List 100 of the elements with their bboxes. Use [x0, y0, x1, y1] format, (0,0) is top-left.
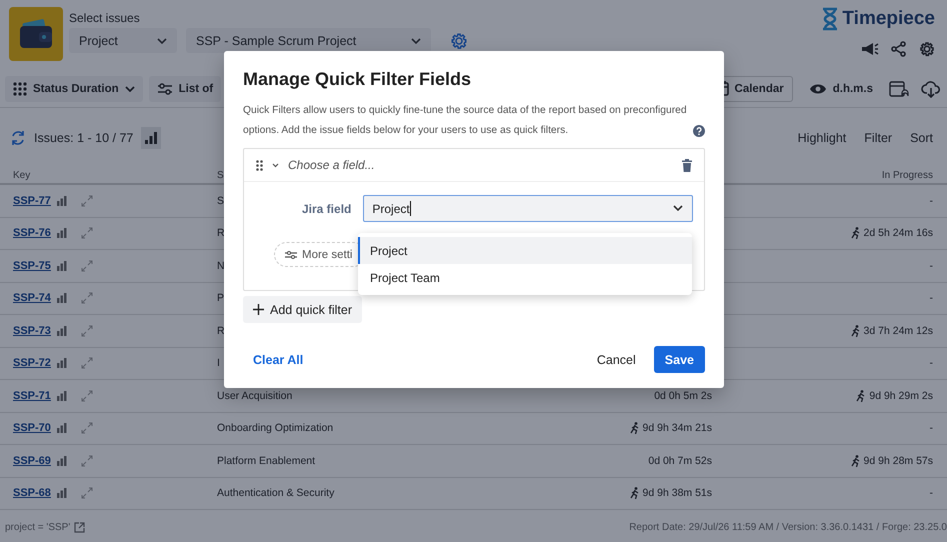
- grid-dots-icon: [13, 82, 27, 96]
- wallet-logo-icon: [9, 7, 63, 61]
- column-header: Key: [13, 170, 32, 181]
- dropdown-option[interactable]: Project Team: [358, 264, 692, 291]
- chart-bars-icon[interactable]: [141, 127, 162, 149]
- chevron-down-icon: [411, 38, 421, 44]
- settings-icon[interactable]: [919, 41, 935, 57]
- duration-cell: 0d 0h 5m 2s: [654, 390, 712, 402]
- issue-key-link[interactable]: SSP-76: [13, 227, 51, 240]
- duration-cell: -: [930, 422, 933, 434]
- expand-arrows-icon[interactable]: [80, 357, 93, 370]
- toolbar-button[interactable]: List of: [148, 76, 222, 102]
- signal-bars-icon: [56, 456, 67, 466]
- duration-cell: 2d 5h 24m 16s: [850, 227, 933, 240]
- report-info: Report Date: 29/Jul/26 11:59 AM / Version: 3.36.0.1431 / Forge: 23.25.0: [629, 522, 947, 533]
- signal-bars-icon: [56, 196, 67, 206]
- signal-bars-icon: [56, 390, 67, 401]
- issue-key-link[interactable]: SSP-71: [13, 390, 51, 402]
- sliders-icon: [285, 250, 297, 260]
- expand-arrows-icon[interactable]: [80, 227, 93, 240]
- issue-summary: S: [217, 194, 224, 207]
- jql-query: project = 'SSP': [5, 522, 70, 533]
- share-icon[interactable]: [891, 41, 907, 57]
- issue-summary: Authentication & Security: [217, 487, 334, 500]
- duration-cell: -: [930, 260, 933, 272]
- running-person-icon: [850, 454, 861, 467]
- cloud-download-icon[interactable]: [921, 80, 941, 98]
- issue-key-link[interactable]: SSP-73: [13, 324, 51, 337]
- issue-key-link[interactable]: SSP-72: [13, 357, 51, 370]
- trash-icon[interactable]: [682, 158, 692, 172]
- signal-bars-icon: [56, 358, 67, 368]
- settings-icon[interactable]: [450, 32, 468, 50]
- calendar-alert-icon[interactable]: [889, 80, 909, 98]
- issue-summary: Platform Enablement: [217, 454, 316, 467]
- duration-cell: -: [930, 487, 933, 500]
- toolbar-action-button[interactable]: Filter: [860, 127, 896, 149]
- drag-handle-icon[interactable]: [256, 160, 263, 170]
- issue-source-select[interactable]: SSP - Sample Scrum Project: [186, 28, 431, 53]
- chevron-down-icon[interactable]: [272, 162, 279, 168]
- sliders-icon: [156, 82, 173, 96]
- issue-key-link[interactable]: SSP-69: [13, 454, 51, 467]
- dialog-description: Quick Filters allow users to quickly fine-tune the source data of the report based on preconfigured options. Add the issue fields below for your users to use as quick filters.: [243, 104, 688, 138]
- signal-bars-icon: [56, 326, 67, 336]
- plus-icon: [253, 304, 264, 315]
- external-link-icon[interactable]: [74, 522, 86, 533]
- duration-cell: -: [930, 194, 933, 207]
- issue-key-link[interactable]: SSP-70: [13, 422, 51, 434]
- running-person-icon: [630, 487, 640, 500]
- hourglass-logo-icon: [821, 7, 840, 31]
- duration-cell: 9d 9h 28m 57s: [850, 454, 933, 467]
- issue-summary: Onboarding Optimization: [217, 422, 334, 434]
- expand-arrows-icon[interactable]: [80, 292, 93, 304]
- save-button[interactable]: Save: [654, 346, 705, 373]
- chevron-down-icon: [673, 205, 683, 211]
- toolbar-button[interactable]: d.h.m.s: [804, 76, 877, 102]
- signal-bars-icon: [56, 228, 67, 238]
- chevron-down-icon: [124, 86, 135, 92]
- signal-bars-icon: [56, 488, 67, 498]
- expand-arrows-icon[interactable]: [80, 324, 93, 337]
- duration-cell: 3d 7h 24m 12s: [850, 324, 933, 337]
- issue-count: Issues: 1 - 10 / 77: [34, 131, 134, 145]
- issue-summary: N: [217, 260, 225, 272]
- expand-arrows-icon[interactable]: [80, 422, 93, 434]
- issue-summary: R: [217, 324, 225, 337]
- issue-key-link[interactable]: SSP-74: [13, 292, 51, 304]
- signal-bars-icon: [56, 293, 67, 304]
- issue-key-link[interactable]: SSP-68: [13, 487, 51, 500]
- issue-key-link[interactable]: SSP-75: [13, 260, 51, 272]
- running-person-icon: [850, 324, 861, 337]
- toolbar-action-button[interactable]: Sort: [906, 127, 937, 149]
- toolbar-button[interactable]: Status Duration: [5, 76, 143, 102]
- expand-arrows-icon[interactable]: [80, 194, 93, 207]
- field-label: Jira field: [302, 202, 352, 216]
- duration-cell: -: [930, 357, 933, 370]
- toolbar-action-button[interactable]: Highlight: [794, 127, 850, 149]
- expand-arrows-icon[interactable]: [80, 487, 93, 500]
- megaphone-icon[interactable]: [861, 41, 879, 57]
- refresh-icon[interactable]: [10, 130, 26, 146]
- issue-summary: R: [217, 227, 225, 240]
- select-issues-label: Select issues: [69, 11, 141, 25]
- chevron-down-icon: [157, 38, 167, 44]
- issue-source-select[interactable]: Project: [69, 28, 177, 53]
- jira-field-select[interactable]: Project: [363, 195, 693, 222]
- column-header: S: [217, 170, 225, 181]
- cancel-button[interactable]: Cancel: [588, 348, 644, 370]
- duration-cell: 9d 9h 34m 21s: [630, 422, 712, 434]
- column-header: In Progress: [882, 170, 933, 181]
- issue-key-link[interactable]: SSP-77: [13, 194, 51, 207]
- expand-arrows-icon[interactable]: [80, 390, 93, 402]
- issue-summary: P: [217, 292, 224, 304]
- expand-arrows-icon[interactable]: [80, 260, 93, 272]
- clear-all-button[interactable]: Clear All: [243, 348, 314, 370]
- duration-cell: 9d 9h 29m 2s: [856, 390, 933, 402]
- dialog-title: Manage Quick Filter Fields: [243, 69, 472, 90]
- expand-arrows-icon[interactable]: [80, 454, 93, 467]
- add-quick-filter-button[interactable]: Add quick filter: [243, 296, 362, 323]
- duration-cell: 9d 9h 38m 51s: [630, 487, 712, 500]
- dropdown-option[interactable]: Project: [358, 237, 692, 264]
- help-icon[interactable]: [693, 125, 705, 137]
- signal-bars-icon: [56, 260, 67, 271]
